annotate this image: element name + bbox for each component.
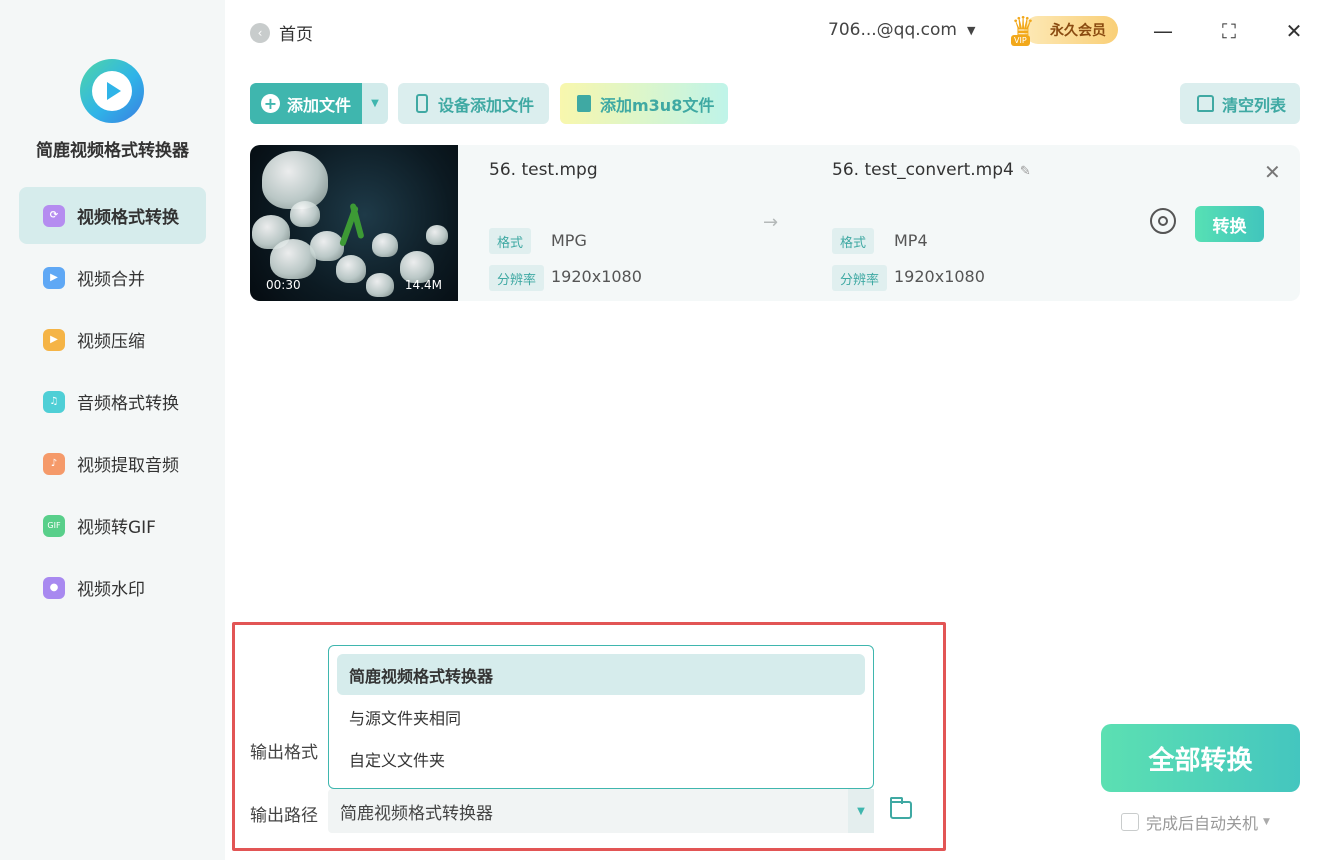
shutdown-checkbox[interactable] [1121, 813, 1139, 831]
output-path-select[interactable]: 简鹿视频格式转换器 ▼ [328, 789, 874, 833]
clear-list-label: 清空列表 [1222, 95, 1287, 115]
target-resolution: 1920x1080 [894, 267, 985, 286]
sidebar-item-label: 音频格式转换 [77, 394, 179, 414]
account-email: 706...@qq.com [828, 20, 957, 40]
close-window-icon[interactable]: ✕ [1281, 18, 1307, 44]
minimize-icon[interactable]: — [1150, 18, 1176, 44]
target-filename-row[interactable]: 56. test_convert.mp4 ✎ [832, 160, 1031, 180]
sidebar-item-audio-convert[interactable]: ♫ 音频格式转换 [19, 373, 206, 430]
app-name: 简鹿视频格式转换器 [36, 141, 189, 161]
source-resolution: 1920x1080 [551, 267, 642, 286]
chevron-down-icon: ▼ [371, 98, 379, 109]
target-format-tag: 格式 [832, 228, 875, 254]
sidebar-item-watermark[interactable]: ● 视频水印 [19, 559, 206, 616]
back-arrow-icon: ‹ [250, 22, 270, 43]
extract-audio-icon: ♪ [43, 452, 65, 475]
add-file-dropdown[interactable]: ▼ [362, 83, 388, 124]
video-merge-icon: ▶ [43, 266, 65, 289]
convert-button[interactable]: 转换 [1195, 206, 1264, 242]
source-format: MPG [551, 231, 587, 250]
home-label: 首页 [279, 25, 313, 45]
watermark-icon: ● [43, 576, 65, 599]
phone-icon [416, 94, 428, 113]
dropdown-option[interactable]: 自定义文件夹 [337, 738, 865, 779]
target-format: MP4 [894, 231, 928, 250]
plus-circle-icon: + [261, 94, 280, 113]
app-logo-icon [80, 59, 144, 123]
remove-file-icon[interactable]: ✕ [1264, 160, 1281, 184]
source-filename: 56. test.mpg [489, 160, 598, 180]
source-resolution-tag: 分辨率 [489, 265, 545, 291]
video-size: 14.4M [404, 278, 442, 292]
arrow-right-icon: → [763, 212, 779, 233]
sidebar-item-video-compress[interactable]: ▶ 视频压缩 [19, 311, 206, 368]
maximize-icon[interactable]: ⛶ [1216, 18, 1242, 44]
output-path-value: 简鹿视频格式转换器 [340, 803, 493, 824]
pencil-icon[interactable]: ✎ [1020, 164, 1031, 179]
add-m3u8-button[interactable]: 添加m3u8文件 [560, 83, 728, 124]
sidebar-item-label: 视频合并 [77, 270, 145, 290]
output-format-label: 输出格式 [250, 743, 318, 763]
video-compress-icon: ▶ [43, 328, 65, 351]
source-format-tag: 格式 [489, 228, 532, 254]
target-resolution-tag: 分辨率 [832, 265, 888, 291]
shutdown-label: 完成后自动关机 [1146, 814, 1259, 833]
sidebar-item-label: 视频压缩 [77, 332, 145, 352]
device-add-label: 设备添加文件 [438, 95, 535, 115]
sidebar-item-video-merge[interactable]: ▶ 视频合并 [19, 249, 206, 306]
sidebar-nav: ⟳ 视频格式转换 ▶ 视频合并 ▶ 视频压缩 ♫ 音频格式转换 ♪ 视频提取音频… [19, 187, 206, 621]
sidebar-item-extract-audio[interactable]: ♪ 视频提取音频 [19, 435, 206, 492]
sidebar-item-video-to-gif[interactable]: GIF 视频转GIF [19, 497, 206, 554]
home-link[interactable]: ‹ 首页 [250, 20, 313, 45]
folder-icon[interactable] [890, 797, 912, 819]
gif-icon: GIF [43, 514, 65, 537]
sidebar: 简鹿视频格式转换器 ⟳ 视频格式转换 ▶ 视频合并 ▶ 视频压缩 ♫ 音频格式转… [0, 0, 225, 860]
add-file-main[interactable]: + 添加文件 [250, 83, 362, 124]
m3u8-file-icon [577, 95, 591, 112]
video-thumbnail[interactable]: 00:30 14.4M [250, 145, 458, 301]
output-path-dropdown: 简鹿视频格式转换器 与源文件夹相同 自定义文件夹 [328, 645, 874, 789]
add-file-label: 添加文件 [287, 95, 352, 115]
sidebar-item-label: 视频格式转换 [77, 208, 179, 228]
audio-convert-icon: ♫ [43, 390, 65, 413]
chevron-down-icon[interactable]: ▼ [1263, 817, 1270, 827]
gear-icon[interactable] [1150, 208, 1176, 234]
video-duration: 00:30 [266, 278, 301, 292]
sidebar-item-label: 视频提取音频 [77, 456, 179, 476]
dropdown-option[interactable]: 简鹿视频格式转换器 [337, 654, 865, 695]
crown-icon: ♛ VIP [1011, 12, 1035, 46]
vip-badge[interactable]: 永久会员 ♛ VIP [1006, 12, 1118, 48]
file-card: 00:30 14.4M 56. test.mpg 格式 MPG 分辨率 1920… [250, 145, 1300, 301]
convert-all-button[interactable]: 全部转换 [1101, 724, 1300, 792]
dropdown-option[interactable]: 与源文件夹相同 [337, 696, 865, 737]
clear-list-button[interactable]: 清空列表 [1180, 83, 1300, 124]
auto-shutdown-option[interactable]: 完成后自动关机 ▼ [1121, 810, 1270, 834]
add-file-button[interactable]: + 添加文件 ▼ [250, 83, 388, 124]
sidebar-item-label: 视频转GIF [77, 518, 156, 538]
add-m3u8-label: 添加m3u8文件 [600, 95, 715, 115]
sidebar-item-label: 视频水印 [77, 580, 145, 600]
chevron-down-icon: ▼ [966, 23, 976, 37]
broom-icon [1197, 95, 1214, 112]
output-path-label: 输出路径 [250, 806, 318, 826]
chevron-down-icon[interactable]: ▼ [848, 789, 874, 833]
sidebar-item-video-convert[interactable]: ⟳ 视频格式转换 [19, 187, 206, 244]
account-menu[interactable]: 706...@qq.com ▼ [828, 20, 975, 40]
vip-tag: VIP [1011, 35, 1030, 46]
video-convert-icon: ⟳ [43, 204, 65, 227]
device-add-button[interactable]: 设备添加文件 [398, 83, 549, 124]
target-filename: 56. test_convert.mp4 [832, 160, 1014, 180]
